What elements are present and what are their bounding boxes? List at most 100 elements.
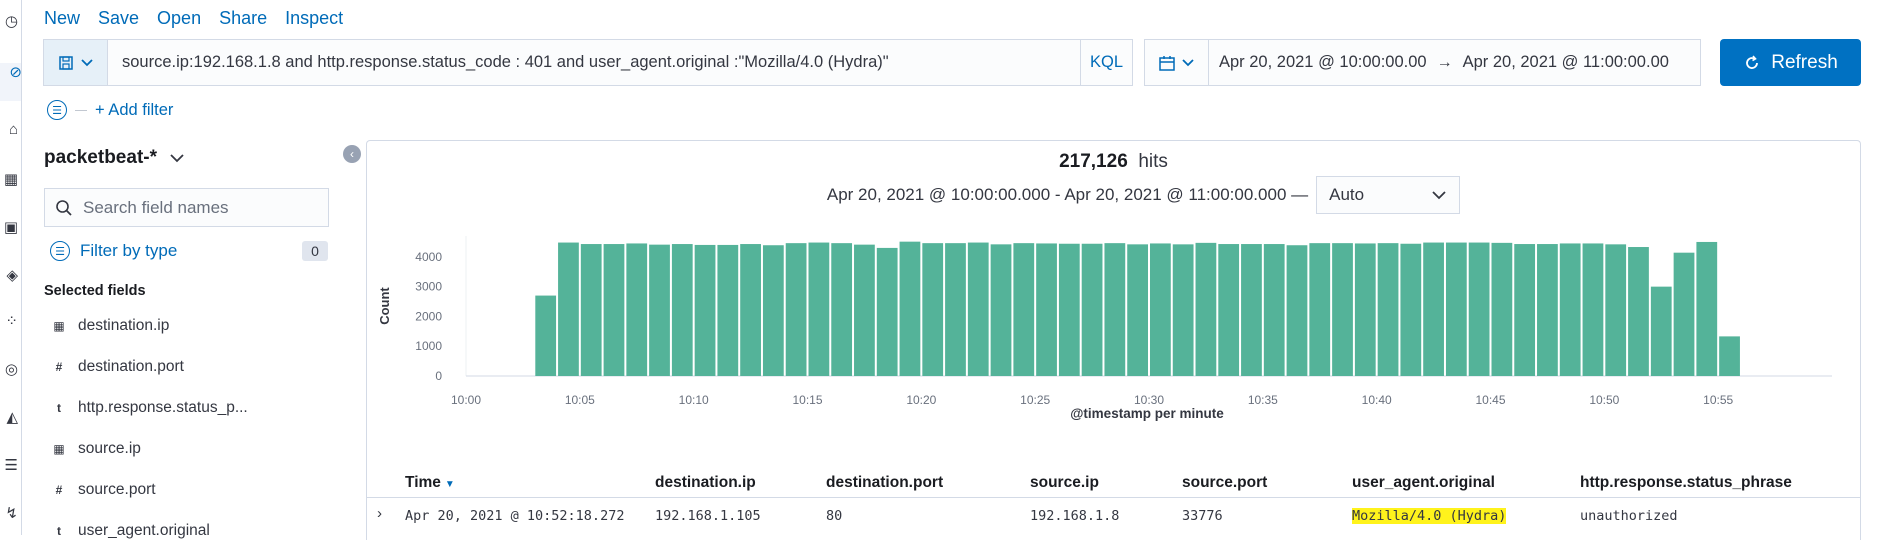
histogram-bar: [1150, 243, 1171, 376]
maps-icon[interactable]: ◈: [0, 266, 18, 286]
x-tick-label: 10:00: [451, 393, 481, 407]
field-item-user-agent[interactable]: t user_agent.original: [44, 510, 334, 551]
column-header-user-agent[interactable]: user_agent.original: [1352, 474, 1495, 492]
histogram-bar: [876, 247, 898, 376]
saved-query-button[interactable]: [44, 40, 108, 85]
histogram-bar: [1241, 244, 1262, 376]
filter-options-icon[interactable]: ☰: [47, 100, 67, 120]
histogram-bar: [1468, 242, 1490, 376]
field-item-source-ip[interactable]: ▦ source.ip: [44, 428, 334, 469]
histogram-bar: [1719, 336, 1740, 376]
quick-select-button[interactable]: [1145, 40, 1209, 85]
histogram-bar: [535, 295, 557, 376]
collapse-sidebar-icon[interactable]: ‹: [343, 145, 361, 163]
histogram-bar: [990, 244, 1012, 376]
sort-down-icon[interactable]: ▼: [445, 479, 455, 490]
histogram-bar: [1537, 244, 1558, 376]
histogram-bar: [694, 244, 716, 376]
histogram-bar: [945, 243, 966, 376]
field-search-box: [44, 188, 329, 227]
histogram-bar: [1332, 243, 1353, 376]
search-icon: [56, 199, 72, 216]
chevron-down-icon: [1182, 58, 1194, 66]
column-header-time[interactable]: Time ▼: [405, 474, 455, 492]
field-item-destination-ip[interactable]: ▦ destination.ip: [44, 305, 334, 346]
histogram-bar: [1127, 244, 1148, 376]
graph-icon[interactable]: ◎: [0, 360, 18, 380]
histogram-bar: [1628, 247, 1649, 376]
top-menu: New Save Open Share Inspect: [44, 8, 343, 29]
start-date[interactable]: Apr 20, 2021 @ 10:00:00.00: [1209, 53, 1437, 72]
discover-icon[interactable]: ⊘: [0, 63, 21, 101]
histogram-bar: [899, 241, 921, 376]
query-input[interactable]: source.ip:192.168.1.8 and http.response.…: [108, 53, 1080, 72]
x-axis-label: @timestamp per minute: [1070, 406, 1224, 421]
new-link[interactable]: New: [44, 8, 80, 29]
histogram-bar: [740, 244, 761, 376]
field-item-destination-port[interactable]: # destination.port: [44, 346, 334, 387]
column-header-destination-port[interactable]: destination.port: [826, 474, 943, 492]
canvas-icon[interactable]: ▣: [0, 218, 18, 238]
histogram-bar: [1491, 242, 1513, 376]
interval-select[interactable]: Auto: [1316, 176, 1461, 214]
histogram-bar: [1514, 244, 1536, 376]
histogram-bar: [1696, 241, 1718, 376]
column-header-source-ip[interactable]: source.ip: [1030, 474, 1099, 492]
filter-bar: ☰ + Add filter: [47, 100, 173, 120]
histogram-bar: [1081, 243, 1103, 376]
refresh-button[interactable]: Refresh: [1720, 39, 1861, 86]
field-name: source.port: [78, 480, 156, 498]
column-header-status-phrase[interactable]: http.response.status_phrase: [1580, 474, 1792, 492]
x-tick-label: 10:05: [565, 393, 595, 407]
filter-by-type-label: Filter by type: [80, 241, 178, 260]
interval-value: Auto: [1329, 185, 1365, 204]
column-header-destination-ip[interactable]: destination.ip: [655, 474, 756, 492]
histogram-bar: [626, 243, 648, 376]
end-date[interactable]: Apr 20, 2021 @ 11:00:00.00: [1453, 53, 1679, 72]
kql-toggle[interactable]: KQL: [1080, 40, 1132, 85]
table-row[interactable]: › Apr 20, 2021 @ 10:52:18.272 192.168.1.…: [367, 499, 1860, 535]
index-pattern-selector[interactable]: packetbeat-*: [44, 142, 334, 174]
cell-destination-port: 80: [826, 508, 843, 524]
dashboard-icon[interactable]: ⌂: [0, 120, 18, 140]
filter-by-type-button[interactable]: ☰ Filter by type 0: [44, 235, 334, 267]
refresh-icon: [1746, 54, 1759, 69]
histogram-bar: [1400, 243, 1422, 376]
ml-icon[interactable]: ⁘: [0, 312, 18, 332]
vertical-scrollbar[interactable]: [1881, 0, 1891, 535]
field-sidebar: packetbeat-* ☰ Filter by type 0 Selected…: [44, 142, 334, 551]
side-nav-rail: ◷ ⊘ ⌂ ▦ ▣ ◈ ⁘ ◎ ◭ ☰ ↯: [0, 0, 22, 535]
x-tick-label: 10:50: [1589, 393, 1619, 407]
histogram-bar: [1423, 242, 1444, 376]
histogram-bar: [808, 242, 830, 376]
logs-icon[interactable]: ↯: [0, 504, 18, 524]
apm-icon[interactable]: ◭: [0, 408, 18, 428]
x-tick-label: 10:35: [1248, 393, 1278, 407]
y-tick-label: 4000: [415, 250, 442, 264]
ip-type-icon: ▦: [53, 318, 65, 333]
add-filter-button[interactable]: + Add filter: [95, 101, 173, 120]
save-link[interactable]: Save: [98, 8, 139, 29]
inspect-link[interactable]: Inspect: [285, 8, 343, 29]
field-search-input[interactable]: [83, 197, 323, 218]
results-panel: 217,126 hits Apr 20, 2021 @ 10:00:00.000…: [366, 140, 1861, 540]
field-item-source-port[interactable]: # source.port: [44, 469, 334, 510]
filter-count-badge: 0: [302, 241, 328, 261]
visualize-icon[interactable]: ▦: [0, 170, 18, 190]
column-header-source-port[interactable]: source.port: [1182, 474, 1267, 492]
y-tick-label: 1000: [415, 339, 442, 353]
histogram-bar: [558, 242, 579, 376]
x-tick-label: 10:30: [1134, 393, 1164, 407]
uptime-icon[interactable]: ☰: [0, 456, 18, 476]
share-link[interactable]: Share: [219, 8, 267, 29]
field-item-http-status-phrase[interactable]: t http.response.status_p...: [44, 387, 334, 428]
expand-row-icon[interactable]: ›: [377, 505, 382, 522]
field-name: destination.port: [78, 357, 184, 375]
histogram-bar: [1172, 244, 1194, 376]
histogram-bar: [854, 244, 875, 376]
number-type-icon: #: [55, 359, 63, 374]
open-link[interactable]: Open: [157, 8, 201, 29]
chevron-down-icon: [170, 154, 184, 163]
chevron-down-icon: [1432, 191, 1446, 200]
clock-icon[interactable]: ◷: [0, 12, 18, 32]
